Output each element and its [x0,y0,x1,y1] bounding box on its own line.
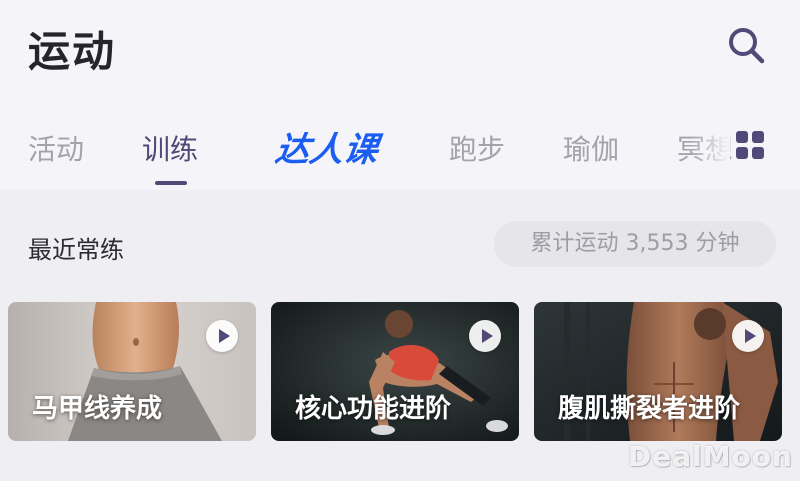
tabs-fade [690,120,730,176]
tab-yoga[interactable]: 瑜伽 [563,128,619,168]
category-tabs: 活动 训练 达人课 跑步 瑜伽 冥想 [0,120,800,180]
watermark-logo: DealMoon [628,440,793,473]
course-title: 马甲线养成 [32,394,163,424]
tab-running[interactable]: 跑步 [449,128,505,168]
course-card[interactable]: 腹肌撕裂者进阶 [534,302,782,441]
tab-training[interactable]: 训练 [142,128,198,168]
tab-activity[interactable]: 活动 [28,128,84,168]
course-title: 核心功能进阶 [295,394,452,424]
active-tab-indicator [155,181,187,185]
grid-icon[interactable] [736,131,766,161]
play-icon[interactable] [732,320,764,352]
search-icon[interactable] [727,26,765,64]
play-icon[interactable] [206,320,238,352]
tab-expert-courses[interactable]: 达人课 [273,122,382,171]
play-icon[interactable] [469,320,501,352]
header: 运动 活动 训练 达人课 跑步 瑜伽 冥想 [0,0,800,190]
course-card[interactable]: 核心功能进阶 [271,302,519,441]
section-title-recent: 最近常练 [28,236,124,264]
course-title: 腹肌撕裂者进阶 [558,394,741,424]
total-minutes-badge: 累计运动 3,553 分钟 [494,221,776,267]
page-title: 运动 [28,27,117,76]
course-card[interactable]: 马甲线养成 [8,302,256,441]
